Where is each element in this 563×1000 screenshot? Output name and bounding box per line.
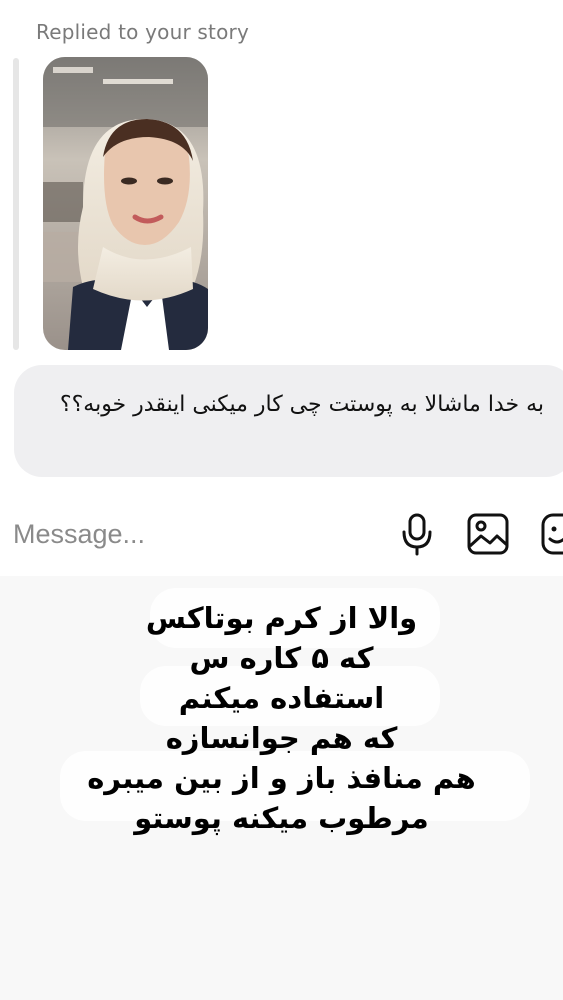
sticker-icon[interactable] [540,512,563,560]
microphone-icon[interactable] [398,512,438,560]
message-bubble[interactable]: به خدا ماشالا به پوستت چی کار میکنی اینق… [14,365,563,477]
replied-to-story-label: Replied to your story [36,20,249,44]
story-photo-icon [43,57,208,350]
caption-line: استفاده میکنم [178,681,385,715]
message-composer [0,492,563,576]
message-input[interactable] [13,514,373,554]
caption-line: مرطوب میکنه پوستو [134,801,429,835]
photo-icon[interactable] [466,512,512,560]
caption-line: هم منافذ باز و از بین میبره [87,761,476,795]
story-thumbnail[interactable] [43,57,208,350]
caption-line: که هم جوانسازه [165,721,398,755]
caption-line: والا از کرم بوتاکس [145,601,418,635]
caption-line: که ۵ کاره س [189,641,374,675]
reply-indicator-bar [13,58,19,350]
chat-thread: Replied to your story به خدا ماشالا به پ… [0,0,563,492]
story-caption: والا از کرم بوتاکس که ۵ کاره س استفاده م… [0,576,563,1000]
